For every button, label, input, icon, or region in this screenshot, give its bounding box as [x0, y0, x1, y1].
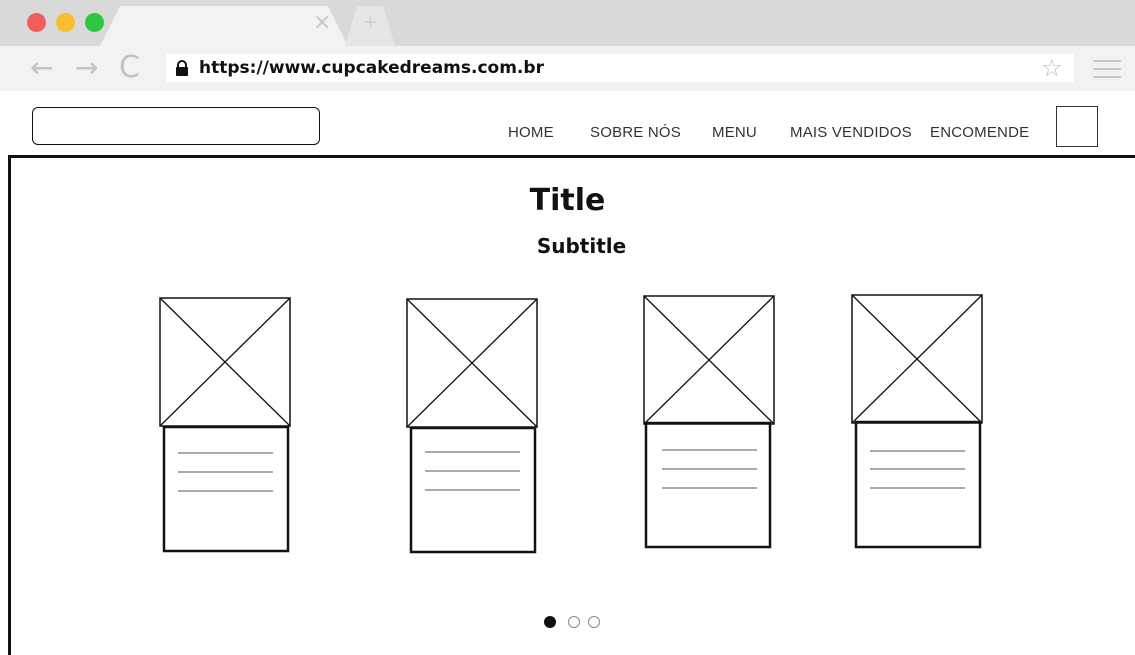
page-dot-1[interactable] [544, 616, 556, 628]
browser-tab[interactable] [100, 6, 348, 46]
back-arrow-icon[interactable]: ← [30, 53, 53, 83]
close-icon[interactable]: × [313, 12, 331, 34]
plus-icon[interactable]: + [363, 14, 378, 32]
menu-icon[interactable] [1093, 60, 1121, 78]
forward-arrow-icon[interactable]: → [75, 53, 98, 83]
page-subtitle: Subtitle [536, 234, 627, 258]
url-text[interactable]: https://www.cupcakedreams.com.br [199, 57, 544, 79]
product-card-graphic [851, 294, 983, 549]
page-title: Title [529, 183, 606, 218]
nav-encomende[interactable]: ENCOMENDE [930, 124, 1029, 142]
product-card-graphic [159, 297, 291, 553]
nav-mais-vendidos[interactable]: MAIS VENDIDOS [790, 124, 912, 142]
close-window-button[interactable] [27, 13, 46, 32]
bookmark-star-icon[interactable]: ☆ [1041, 55, 1063, 81]
page-dot-2[interactable] [568, 616, 580, 628]
nav-menu[interactable]: MENU [712, 124, 757, 142]
maximize-window-button[interactable] [85, 13, 104, 32]
product-card-3[interactable] [643, 295, 777, 553]
product-card-2[interactable] [406, 298, 540, 556]
product-card-graphic [406, 298, 538, 554]
lock-icon [176, 60, 188, 76]
product-card-graphic [643, 295, 775, 549]
product-card-1[interactable] [159, 297, 293, 555]
product-card-4[interactable] [851, 294, 985, 552]
minimize-window-button[interactable] [56, 13, 75, 32]
reload-icon[interactable]: C [119, 53, 140, 83]
cart-button[interactable] [1056, 106, 1098, 147]
logo-placeholder[interactable] [32, 107, 320, 145]
page-dot-3[interactable] [588, 616, 600, 628]
nav-home[interactable]: HOME [508, 124, 554, 142]
nav-sobre-nos[interactable]: SOBRE NÓS [590, 124, 681, 142]
